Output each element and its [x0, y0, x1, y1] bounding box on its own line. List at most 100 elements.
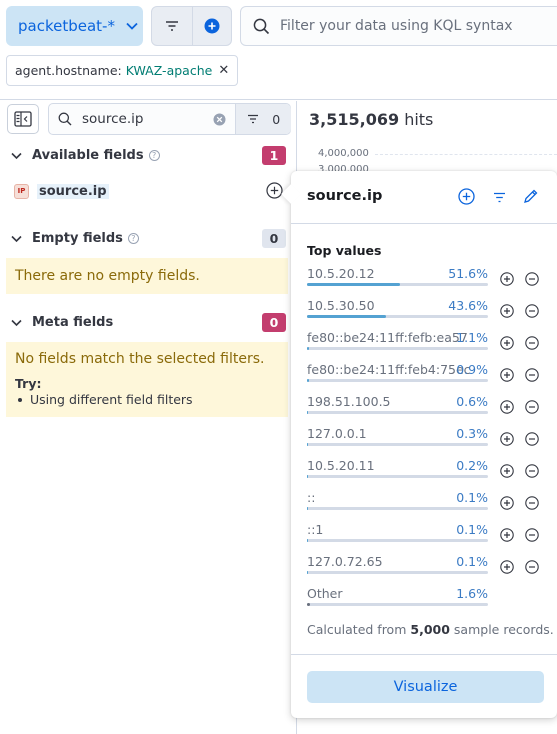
- filter-for-value-icon[interactable]: [500, 528, 514, 542]
- empty-fields-label: Empty fields: [32, 230, 123, 246]
- top-value-percent: 43.6%: [448, 298, 488, 313]
- top-value-name: 10.5.20.12: [307, 266, 375, 281]
- field-name: source.ip: [37, 183, 109, 199]
- filter-pill-key: agent.hostname:: [15, 63, 122, 78]
- help-icon[interactable]: ?: [148, 149, 160, 161]
- y-axis-tick: 4,000,000: [318, 148, 369, 159]
- filter-out-value-icon[interactable]: [525, 464, 539, 478]
- top-value-row: fe80::be24:11ff:feb4:75ec 0.9%: [307, 362, 547, 386]
- top-value-percent: 0.3%: [456, 426, 488, 441]
- search-icon: [58, 112, 72, 126]
- calc-suffix: sample records.: [453, 622, 554, 637]
- filter-out-value-icon[interactable]: [525, 272, 539, 286]
- chevron-down-icon: [11, 152, 22, 159]
- popover-divider: [291, 654, 557, 655]
- top-value-row: 10.5.20.11 0.2%: [307, 458, 547, 482]
- top-value-bar-track: [307, 507, 488, 510]
- available-fields-count: 1: [262, 145, 286, 165]
- top-value-name: 127.0.72.65: [307, 554, 383, 569]
- edit-pencil-icon[interactable]: [523, 188, 539, 204]
- filter-pill[interactable]: agent.hostname: KWAZ-apache ✕: [6, 55, 239, 86]
- filter-for-value-icon[interactable]: [500, 560, 514, 574]
- try-label: Try:: [15, 376, 42, 391]
- top-value-bar-track: [307, 379, 488, 382]
- top-value-bar-fill: [307, 443, 309, 446]
- filter-out-value-icon[interactable]: [525, 496, 539, 510]
- filter-for-value-icon[interactable]: [500, 432, 514, 446]
- top-value-bar-track: [307, 475, 488, 478]
- filter-for-value-icon[interactable]: [500, 464, 514, 478]
- top-value-bar-track: [307, 571, 488, 574]
- top-value-name: fe80::be24:11ff:fefb:ea57: [307, 330, 468, 345]
- top-value-percent: 0.2%: [456, 458, 488, 473]
- filter-for-value-icon[interactable]: [500, 368, 514, 382]
- top-value-name: ::1: [307, 522, 324, 537]
- add-field-icon[interactable]: [458, 188, 475, 205]
- add-field-icon[interactable]: [266, 182, 283, 199]
- available-fields-header[interactable]: Available fields ? 1: [10, 144, 288, 166]
- top-value-bar-track: [307, 411, 488, 414]
- field-details-popover: source.ip Top values 10.5.20.12 51.6% 10.5…: [281, 171, 557, 718]
- filter-out-value-icon[interactable]: [525, 560, 539, 574]
- filter-for-value-icon[interactable]: [500, 272, 514, 286]
- top-value-bar-fill: [307, 571, 309, 574]
- remove-filter-icon[interactable]: ✕: [218, 63, 229, 78]
- filter-for-value-icon[interactable]: [500, 496, 514, 510]
- field-type-filter-button[interactable]: 0: [235, 104, 291, 134]
- filter-for-value-icon[interactable]: [500, 304, 514, 318]
- add-filter-button[interactable]: [191, 7, 232, 45]
- top-value-bar-track: [307, 315, 488, 318]
- help-icon[interactable]: ?: [127, 232, 139, 244]
- filter-icon: [165, 21, 178, 31]
- toggle-sidebar-button[interactable]: [7, 104, 39, 134]
- filter-out-value-icon[interactable]: [525, 400, 539, 414]
- data-view-picker[interactable]: packetbeat-*: [6, 6, 143, 46]
- top-value-name: ::: [307, 490, 316, 505]
- meta-fields-header[interactable]: Meta fields 0: [10, 311, 288, 333]
- top-value-row: ::1 0.1%: [307, 522, 547, 546]
- empty-fields-message: There are no empty fields.: [6, 258, 288, 294]
- filter-out-value-icon[interactable]: [525, 528, 539, 542]
- top-value-row: :: 0.1%: [307, 490, 547, 514]
- top-value-bar-fill: [307, 283, 401, 286]
- sidebar-toggle-icon: [14, 111, 32, 127]
- plus-circle-icon: [204, 18, 220, 34]
- filter-out-value-icon[interactable]: [525, 432, 539, 446]
- top-value-bar-fill: [307, 411, 309, 414]
- top-value-bar-track: [307, 603, 488, 606]
- top-bar: packetbeat-* Filter your data using KQL …: [0, 0, 557, 100]
- top-value-row: 127.0.0.1 0.3%: [307, 426, 547, 450]
- top-values-title: Top values: [307, 243, 382, 258]
- top-value-bar-fill: [307, 347, 309, 350]
- kql-search-input[interactable]: Filter your data using KQL syntax: [240, 6, 557, 46]
- filter-for-value-icon[interactable]: [500, 336, 514, 350]
- filter-out-value-icon[interactable]: [525, 336, 539, 350]
- visualize-button[interactable]: Visualize: [307, 671, 544, 703]
- top-value-bar-fill: [307, 379, 309, 382]
- top-value-name: Other: [307, 586, 343, 601]
- tip-item: Using different field filters: [15, 392, 279, 407]
- top-value-row: 10.5.30.50 43.6%: [307, 298, 547, 322]
- hits-label: hits: [404, 110, 434, 129]
- clear-search-icon[interactable]: [213, 113, 226, 126]
- top-value-bar-track: [307, 539, 488, 542]
- hits-value: 3,515,069: [309, 110, 400, 129]
- sample-records-note: Calculated from 5,000 sample records.: [307, 622, 554, 637]
- chevron-down-icon: [126, 22, 138, 30]
- filter-for-value-icon[interactable]: [500, 400, 514, 414]
- query-menu-button[interactable]: [152, 7, 192, 45]
- field-search-input[interactable]: source.ip 0: [48, 103, 291, 135]
- empty-fields-header[interactable]: Empty fields ? 0: [10, 227, 288, 249]
- top-value-name: 10.5.20.11: [307, 458, 375, 473]
- top-value-row: Other 1.6%: [307, 586, 547, 610]
- chevron-down-icon: [11, 235, 22, 242]
- filter-icon[interactable]: [493, 192, 506, 203]
- top-value-row: 10.5.20.12 51.6%: [307, 266, 547, 290]
- top-value-percent: 0.1%: [456, 554, 488, 569]
- field-item-source-ip[interactable]: IP source.ip: [14, 181, 288, 201]
- available-fields-label: Available fields: [32, 147, 144, 163]
- filter-out-value-icon[interactable]: [525, 368, 539, 382]
- popover-divider: [291, 223, 557, 224]
- meta-fields-label: Meta fields: [32, 314, 114, 330]
- filter-out-value-icon[interactable]: [525, 304, 539, 318]
